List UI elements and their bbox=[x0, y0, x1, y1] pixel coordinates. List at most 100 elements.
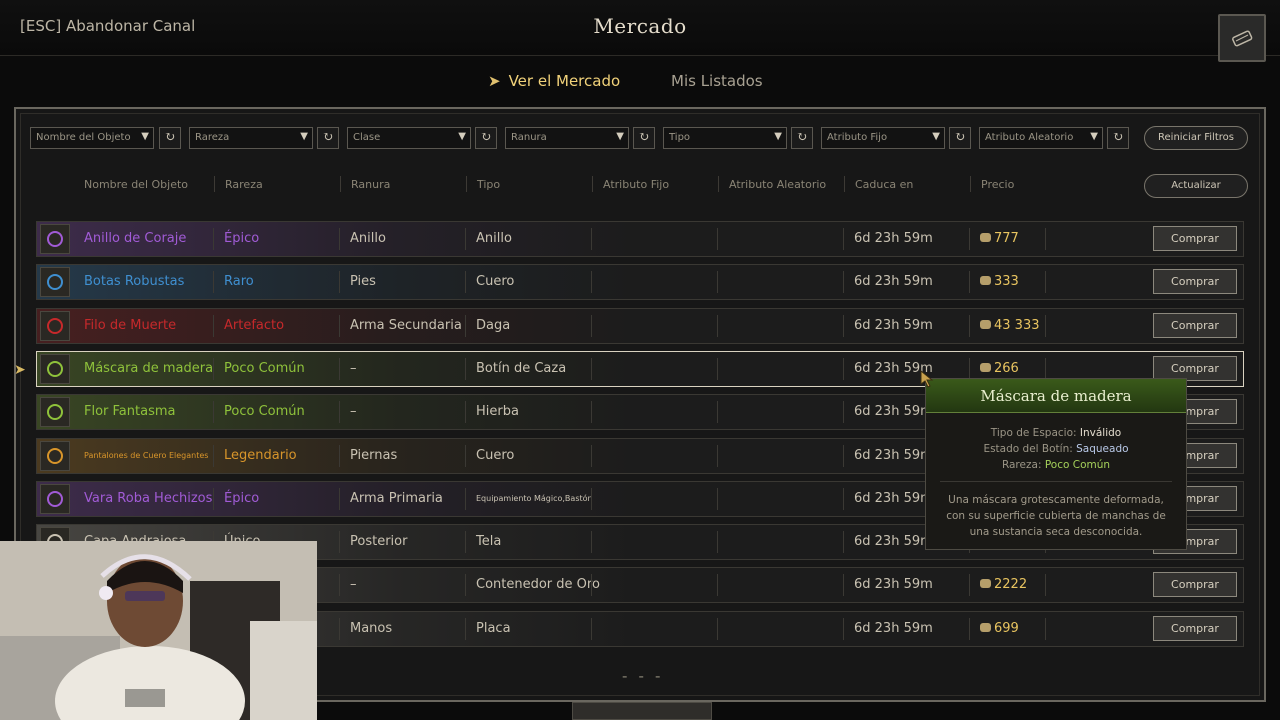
column-divider bbox=[717, 271, 718, 293]
chevron-down-icon: ▼ bbox=[616, 131, 624, 142]
column-divider bbox=[717, 574, 718, 596]
column-header[interactable]: Atributo Fijo bbox=[603, 178, 669, 191]
refresh-button[interactable]: ↻ bbox=[317, 127, 339, 149]
column-divider bbox=[843, 618, 844, 640]
column-divider bbox=[465, 618, 466, 640]
tooltip-slot-type: Tipo de Espacio: Inválido bbox=[990, 427, 1122, 439]
refresh-button[interactable]: ↻ bbox=[633, 127, 655, 149]
column-header[interactable]: Nombre del Objeto bbox=[84, 178, 188, 191]
item-expires: 6d 23h 59m bbox=[854, 621, 933, 636]
item-name: Filo de Muerte bbox=[84, 318, 177, 333]
item-icon bbox=[47, 404, 63, 420]
item-rarity: Artefacto bbox=[224, 318, 285, 333]
item-expires: 6d 23h 59m bbox=[854, 274, 933, 289]
filter-item-name[interactable]: Nombre del Objeto ▼ bbox=[30, 127, 154, 149]
tooltip-loot-state: Estado del Botín: Saqueado bbox=[983, 443, 1129, 455]
filter-label: Atributo Aleatorio bbox=[985, 132, 1074, 143]
column-divider bbox=[717, 488, 718, 510]
column-header[interactable]: Tipo bbox=[477, 178, 500, 191]
item-rarity: Raro bbox=[224, 274, 254, 289]
column-divider bbox=[339, 445, 340, 467]
refresh-button[interactable]: ↻ bbox=[475, 127, 497, 149]
column-divider bbox=[591, 271, 592, 293]
buy-button[interactable]: Comprar bbox=[1153, 572, 1237, 597]
buy-button[interactable]: Comprar bbox=[1153, 269, 1237, 294]
filter-rarity[interactable]: Rareza ▼ bbox=[189, 127, 313, 149]
column-header[interactable]: Rareza bbox=[225, 178, 263, 191]
column-divider bbox=[1045, 315, 1046, 337]
column-divider bbox=[592, 176, 593, 192]
refresh-button[interactable]: ↻ bbox=[949, 127, 971, 149]
update-button[interactable]: Actualizar bbox=[1144, 174, 1248, 198]
item-icon bbox=[47, 491, 63, 507]
column-header[interactable]: Caduca en bbox=[855, 178, 913, 191]
tab-view-market[interactable]: ➤ Ver el Mercado bbox=[488, 72, 620, 90]
column-divider bbox=[591, 228, 592, 250]
gold-coin-icon bbox=[980, 233, 991, 242]
column-header[interactable]: Ranura bbox=[351, 178, 390, 191]
column-divider bbox=[465, 315, 466, 337]
column-divider bbox=[969, 618, 970, 640]
chevron-down-icon: ▼ bbox=[932, 131, 940, 142]
tooltip-slot-value: Inválido bbox=[1079, 427, 1122, 439]
buy-button[interactable]: Comprar bbox=[1153, 313, 1237, 338]
scroll-icon bbox=[1232, 30, 1253, 47]
refresh-button[interactable]: ↻ bbox=[791, 127, 813, 149]
column-divider bbox=[843, 358, 844, 380]
column-divider bbox=[843, 445, 844, 467]
item-slot: Manos bbox=[350, 621, 393, 636]
column-header[interactable]: Precio bbox=[981, 178, 1014, 191]
column-header[interactable]: Atributo Aleatorio bbox=[729, 178, 826, 191]
tooltip-loot-value: Saqueado bbox=[1076, 443, 1129, 455]
chevron-down-icon: ▼ bbox=[1090, 131, 1098, 142]
column-divider bbox=[339, 574, 340, 596]
column-divider bbox=[969, 315, 970, 337]
column-divider bbox=[969, 228, 970, 250]
column-divider bbox=[213, 488, 214, 510]
refresh-button[interactable]: ↻ bbox=[159, 127, 181, 149]
column-divider bbox=[969, 574, 970, 596]
item-name: Máscara de madera bbox=[84, 361, 214, 376]
column-divider bbox=[339, 315, 340, 337]
column-divider bbox=[1045, 358, 1046, 380]
table-row[interactable]: Anillo de Coraje Épico Anillo Anillo 6d 23h … bbox=[36, 221, 1244, 257]
table-row[interactable]: Botas Robustas Raro Pies Cuero 6d 23h 59m 333… bbox=[36, 264, 1244, 300]
scroll-menu-button[interactable] bbox=[1218, 14, 1266, 62]
filter-type[interactable]: Tipo ▼ bbox=[663, 127, 787, 149]
column-divider bbox=[969, 358, 970, 380]
reset-filters-button[interactable]: Reiniciar Filtros bbox=[1144, 126, 1248, 150]
refresh-button[interactable]: ↻ bbox=[1107, 127, 1129, 149]
filter-fixed-attribute[interactable]: Atributo Fijo ▼ bbox=[821, 127, 945, 149]
column-divider bbox=[1045, 271, 1046, 293]
column-divider bbox=[1045, 574, 1046, 596]
item-thumbnail bbox=[40, 354, 70, 384]
filter-random-attribute[interactable]: Atributo Aleatorio ▼ bbox=[979, 127, 1103, 149]
buy-button[interactable]: Comprar bbox=[1153, 616, 1237, 641]
column-divider bbox=[213, 315, 214, 337]
column-divider bbox=[717, 228, 718, 250]
item-thumbnail bbox=[40, 311, 70, 341]
buy-button[interactable]: Comprar bbox=[1153, 226, 1237, 251]
streamer-camera-image bbox=[0, 541, 317, 720]
item-type: Contenedor de Oro bbox=[476, 577, 600, 592]
filter-slot[interactable]: Ranura ▼ bbox=[505, 127, 629, 149]
filter-label: Rareza bbox=[195, 132, 230, 143]
refresh-icon: ↻ bbox=[480, 130, 492, 145]
item-icon bbox=[47, 448, 63, 464]
column-divider bbox=[465, 445, 466, 467]
item-rarity: Épico bbox=[224, 231, 260, 246]
table-row[interactable]: Filo de Muerte Artefacto Arma Secundaria Da… bbox=[36, 308, 1244, 344]
item-price-value: 2222 bbox=[994, 577, 1028, 592]
tooltip-slot-label: Tipo de Espacio bbox=[990, 427, 1073, 439]
item-price-value: 699 bbox=[994, 621, 1019, 636]
column-divider bbox=[339, 228, 340, 250]
page-title: Mercado bbox=[593, 14, 687, 38]
item-thumbnail bbox=[40, 267, 70, 297]
tooltip-title: Máscara de madera bbox=[926, 379, 1186, 413]
tab-my-listings[interactable]: Mis Listados bbox=[671, 72, 763, 90]
item-price: 2222 bbox=[980, 577, 1027, 592]
item-expires: 6d 23h 59m bbox=[854, 577, 933, 592]
item-slot: – bbox=[350, 577, 357, 592]
filter-label: Tipo bbox=[669, 132, 691, 143]
filter-class[interactable]: Clase ▼ bbox=[347, 127, 471, 149]
